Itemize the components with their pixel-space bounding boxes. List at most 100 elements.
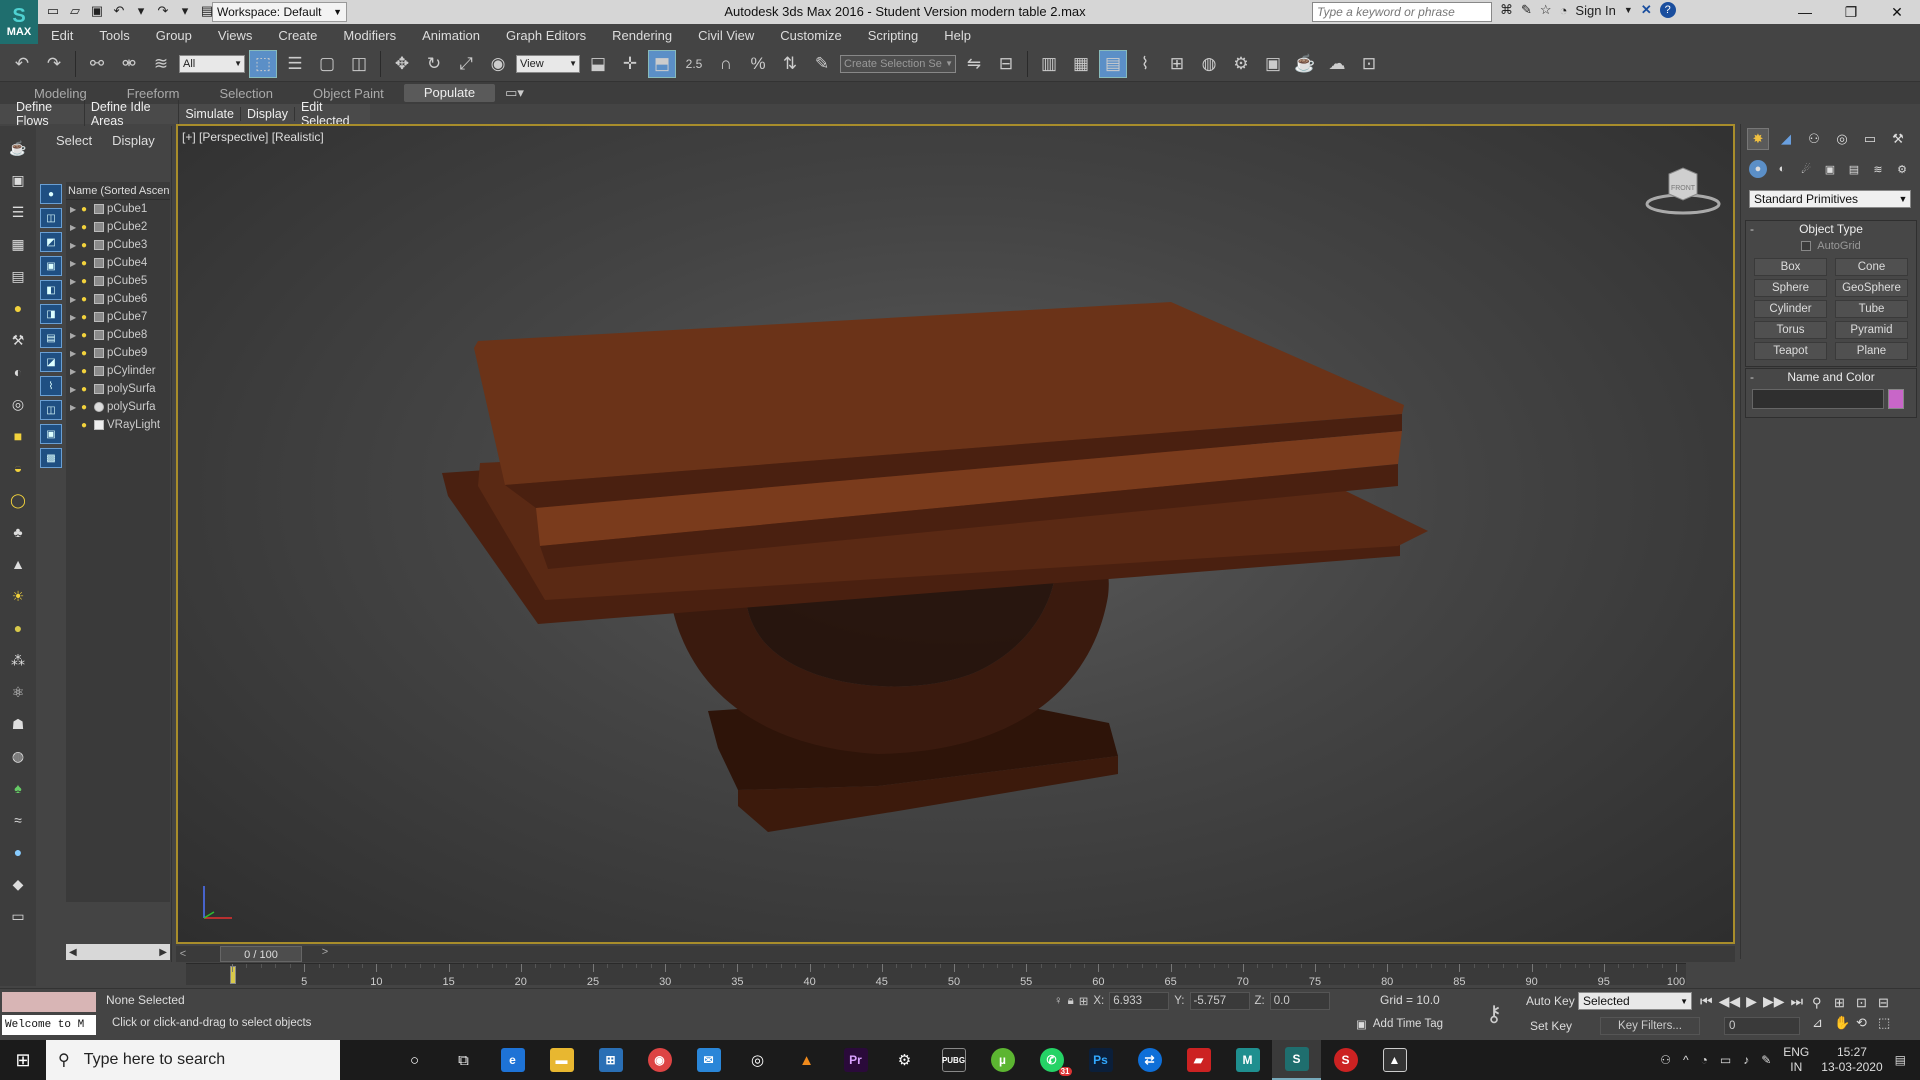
expand-arrow-icon[interactable]: ▶	[70, 331, 78, 340]
communication-icon[interactable]: ✎	[1521, 2, 1532, 18]
pubg-icon[interactable]: PUBG	[929, 1040, 978, 1080]
simulate-button[interactable]: Simulate	[179, 107, 241, 121]
people-icon[interactable]: ⚇	[1660, 1053, 1671, 1067]
cylinder-button[interactable]: Cylinder	[1754, 300, 1827, 318]
select-manipulate-icon[interactable]: ✛	[616, 50, 644, 78]
key-filters-button[interactable]: Key Filters...	[1600, 1017, 1700, 1035]
visibility-bulb-icon[interactable]: ●	[81, 366, 91, 377]
render-in-cloud-icon[interactable]: ☁	[1323, 50, 1351, 78]
utilities-tab-icon[interactable]: ⚒	[1887, 128, 1909, 150]
track-bar[interactable]: 5 10 15 20 25 30 35 40 45 50 55 60 65 70 75 80 85 90 95 100	[186, 963, 1686, 988]
explorer-row[interactable]: ▶ ● pCylinder	[66, 362, 170, 380]
select-and-scale-icon[interactable]: ⤢	[452, 50, 480, 78]
sphere-icon[interactable]: ●	[6, 616, 30, 640]
explorer-row[interactable]: ▶ ● polySurfa	[66, 380, 170, 398]
snaps-toggle-icon[interactable]: 2.5	[680, 50, 708, 78]
display-cameras-icon[interactable]: ▤	[40, 328, 62, 348]
define-flows-button[interactable]: Define Flows	[10, 100, 85, 128]
grass-icon[interactable]: ♠	[6, 776, 30, 800]
close-icon[interactable]: ✕	[1874, 0, 1920, 24]
explorer-row[interactable]: ▶ ● pCube8	[66, 326, 170, 344]
maya-icon[interactable]: M	[1223, 1040, 1272, 1080]
tab-populate[interactable]: Populate	[403, 84, 496, 102]
menu-help[interactable]: Help	[931, 28, 984, 43]
undo-dropdown-icon[interactable]: ▾	[132, 2, 150, 20]
visibility-bulb-icon[interactable]: ●	[81, 204, 91, 215]
explorer-row[interactable]: ▶ ● pCube3	[66, 236, 170, 254]
expand-arrow-icon[interactable]: ▶	[70, 241, 78, 250]
display-button[interactable]: Display	[241, 107, 295, 121]
scroll-right-icon[interactable]: ▶	[159, 947, 167, 958]
field-of-view-icon[interactable]: ⊿	[1812, 1015, 1834, 1031]
camera-icon[interactable]: ▤	[6, 264, 30, 288]
space-warps-icon[interactable]: ≋	[1869, 160, 1887, 178]
perspective-viewport[interactable]: [+] [Perspective] [Realistic] FRONT	[176, 124, 1735, 944]
menu-edit[interactable]: Edit	[38, 28, 86, 43]
tab-modeling[interactable]: Modeling	[14, 86, 107, 101]
visibility-bulb-icon[interactable]: ●	[81, 276, 91, 287]
pyramid-button[interactable]: Pyramid	[1835, 321, 1908, 339]
window-crossing-icon[interactable]: ◫	[345, 50, 373, 78]
visibility-bulb-icon[interactable]: ●	[81, 348, 91, 359]
vlc-icon[interactable]: ▲	[782, 1040, 831, 1080]
shapes-icon[interactable]: ◆	[6, 872, 30, 896]
menu-customize[interactable]: Customize	[767, 28, 854, 43]
selection-filter-dropdown[interactable]: All ▼	[179, 54, 245, 73]
rendered-frame-window-icon[interactable]: ▣	[1259, 50, 1287, 78]
layer-explorer-icon[interactable]: ▥	[1035, 50, 1063, 78]
hierarchy-tab-icon[interactable]: ⚇	[1803, 128, 1825, 150]
zoom-extents-all-icon[interactable]: ⊟	[1878, 995, 1900, 1011]
expand-arrow-icon[interactable]: ▶	[70, 403, 78, 412]
biped-icon[interactable]: ☗	[6, 712, 30, 736]
key-mode-dropdown[interactable]: Selected ▼	[1578, 992, 1692, 1010]
display-invert-icon[interactable]: ◩	[40, 232, 62, 252]
x-coordinate-field[interactable]: 6.933	[1109, 992, 1170, 1010]
file-explorer-icon[interactable]: ▬	[537, 1040, 586, 1080]
whatsapp-icon[interactable]: ✆ 31	[1027, 1040, 1076, 1080]
reference-coordinate-dropdown[interactable]: View ▼	[516, 54, 580, 73]
dome-icon[interactable]: ◒	[6, 456, 30, 480]
object-name-field[interactable]	[1752, 389, 1884, 409]
menu-views[interactable]: Views	[205, 28, 265, 43]
align-icon[interactable]: ⊟	[992, 50, 1020, 78]
plant-icon[interactable]: ♣	[6, 520, 30, 544]
auto-key-button[interactable]: Auto Key	[1526, 994, 1575, 1008]
redo-dropdown-icon[interactable]: ▾	[176, 2, 194, 20]
absolute-mode-icon[interactable]: ⊞	[1079, 994, 1089, 1008]
explorer-row[interactable]: ▶ ● pCube6	[66, 290, 170, 308]
grid-icon[interactable]: ▦	[6, 232, 30, 256]
clock[interactable]: 15:27 13-03-2020	[1821, 1045, 1882, 1075]
next-key-icon[interactable]: ▶▶	[1763, 993, 1785, 1010]
select-and-place-icon[interactable]: ◉	[484, 50, 512, 78]
define-idle-areas-button[interactable]: Define Idle Areas	[85, 100, 180, 128]
expand-arrow-icon[interactable]: ▶	[70, 385, 78, 394]
time-slider-thumb[interactable]: 0 / 100	[220, 946, 302, 962]
battery-icon[interactable]: ▭	[1720, 1053, 1731, 1067]
search-input[interactable]: Type a keyword or phrase	[1312, 2, 1492, 22]
expand-arrow-icon[interactable]: ▶	[70, 277, 78, 286]
hair-icon[interactable]: ≈	[6, 808, 30, 832]
spinner-snap-icon[interactable]: ⇅	[776, 50, 804, 78]
keyboard-shortcut-override-icon[interactable]: ⬒	[648, 49, 676, 78]
render-production-icon[interactable]: ☕	[1291, 50, 1319, 78]
geometry-icon[interactable]: ●	[1749, 160, 1767, 178]
utorrent-icon[interactable]: µ	[978, 1040, 1027, 1080]
chevron-down-icon[interactable]: ▼	[1624, 5, 1633, 15]
bind-to-space-warp-icon[interactable]: ≋	[147, 50, 175, 78]
binoculars-icon[interactable]: ⌘	[1500, 2, 1513, 18]
menu-create[interactable]: Create	[265, 28, 330, 43]
sign-in-link[interactable]: Sign In	[1575, 3, 1615, 18]
display-shapes-icon[interactable]: ◧	[40, 280, 62, 300]
modify-tab-icon[interactable]: ◢	[1775, 128, 1797, 150]
restore-icon[interactable]: ❐	[1828, 0, 1874, 24]
help-icon[interactable]: ?	[1659, 2, 1676, 18]
schematic-view-icon[interactable]: ⊞	[1163, 50, 1191, 78]
tab-selection[interactable]: Selection	[200, 86, 293, 101]
save-file-icon[interactable]: ▣	[88, 2, 106, 20]
viewport-icon[interactable]: ▣	[6, 168, 30, 192]
undo-icon[interactable]: ↶	[8, 50, 36, 78]
redo-icon[interactable]: ↷	[154, 2, 172, 20]
steam-icon[interactable]: ⚙	[880, 1040, 929, 1080]
torus-icon[interactable]: ◯	[6, 488, 30, 512]
explorer-tab-display[interactable]: Display	[112, 133, 155, 148]
